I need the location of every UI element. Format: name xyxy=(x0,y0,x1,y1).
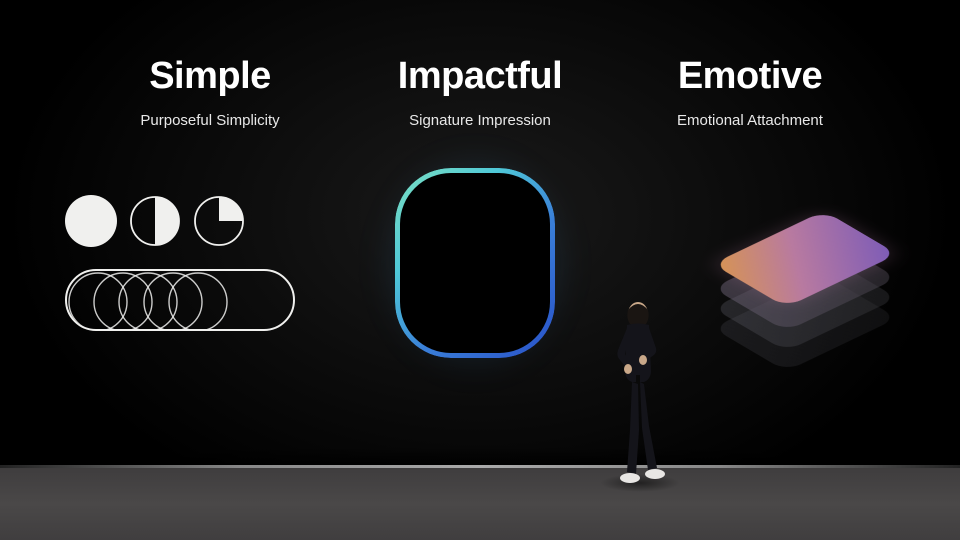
shapes-row xyxy=(65,195,315,247)
heading-simple: Simple xyxy=(149,55,271,98)
pill-overlapping-circles-icon xyxy=(65,269,295,331)
column-emotive: Emotive Emotional Attachment xyxy=(620,55,880,129)
subheading-simple: Purposeful Simplicity xyxy=(140,112,279,129)
circle-full-icon xyxy=(65,195,117,247)
stage-shadow xyxy=(0,447,960,465)
headings-row: Simple Purposeful Simplicity Impactful S… xyxy=(0,55,960,129)
pie-quarter-icon xyxy=(193,195,245,247)
stage-floor xyxy=(0,468,960,540)
squircle-glow-icon xyxy=(395,168,555,358)
subheading-impactful: Signature Impression xyxy=(409,112,551,129)
graphic-layered-tiles xyxy=(700,190,900,370)
column-impactful: Impactful Signature Impression xyxy=(350,55,610,129)
heading-emotive: Emotive xyxy=(678,55,822,98)
presenter-figure xyxy=(608,300,668,485)
graphic-squircle xyxy=(395,168,565,368)
column-simple: Simple Purposeful Simplicity xyxy=(80,55,340,129)
half-moon-icon xyxy=(129,195,181,247)
subheading-emotive: Emotional Attachment xyxy=(677,112,823,129)
graphic-simple-shapes xyxy=(65,195,315,331)
heading-impactful: Impactful xyxy=(398,55,562,98)
